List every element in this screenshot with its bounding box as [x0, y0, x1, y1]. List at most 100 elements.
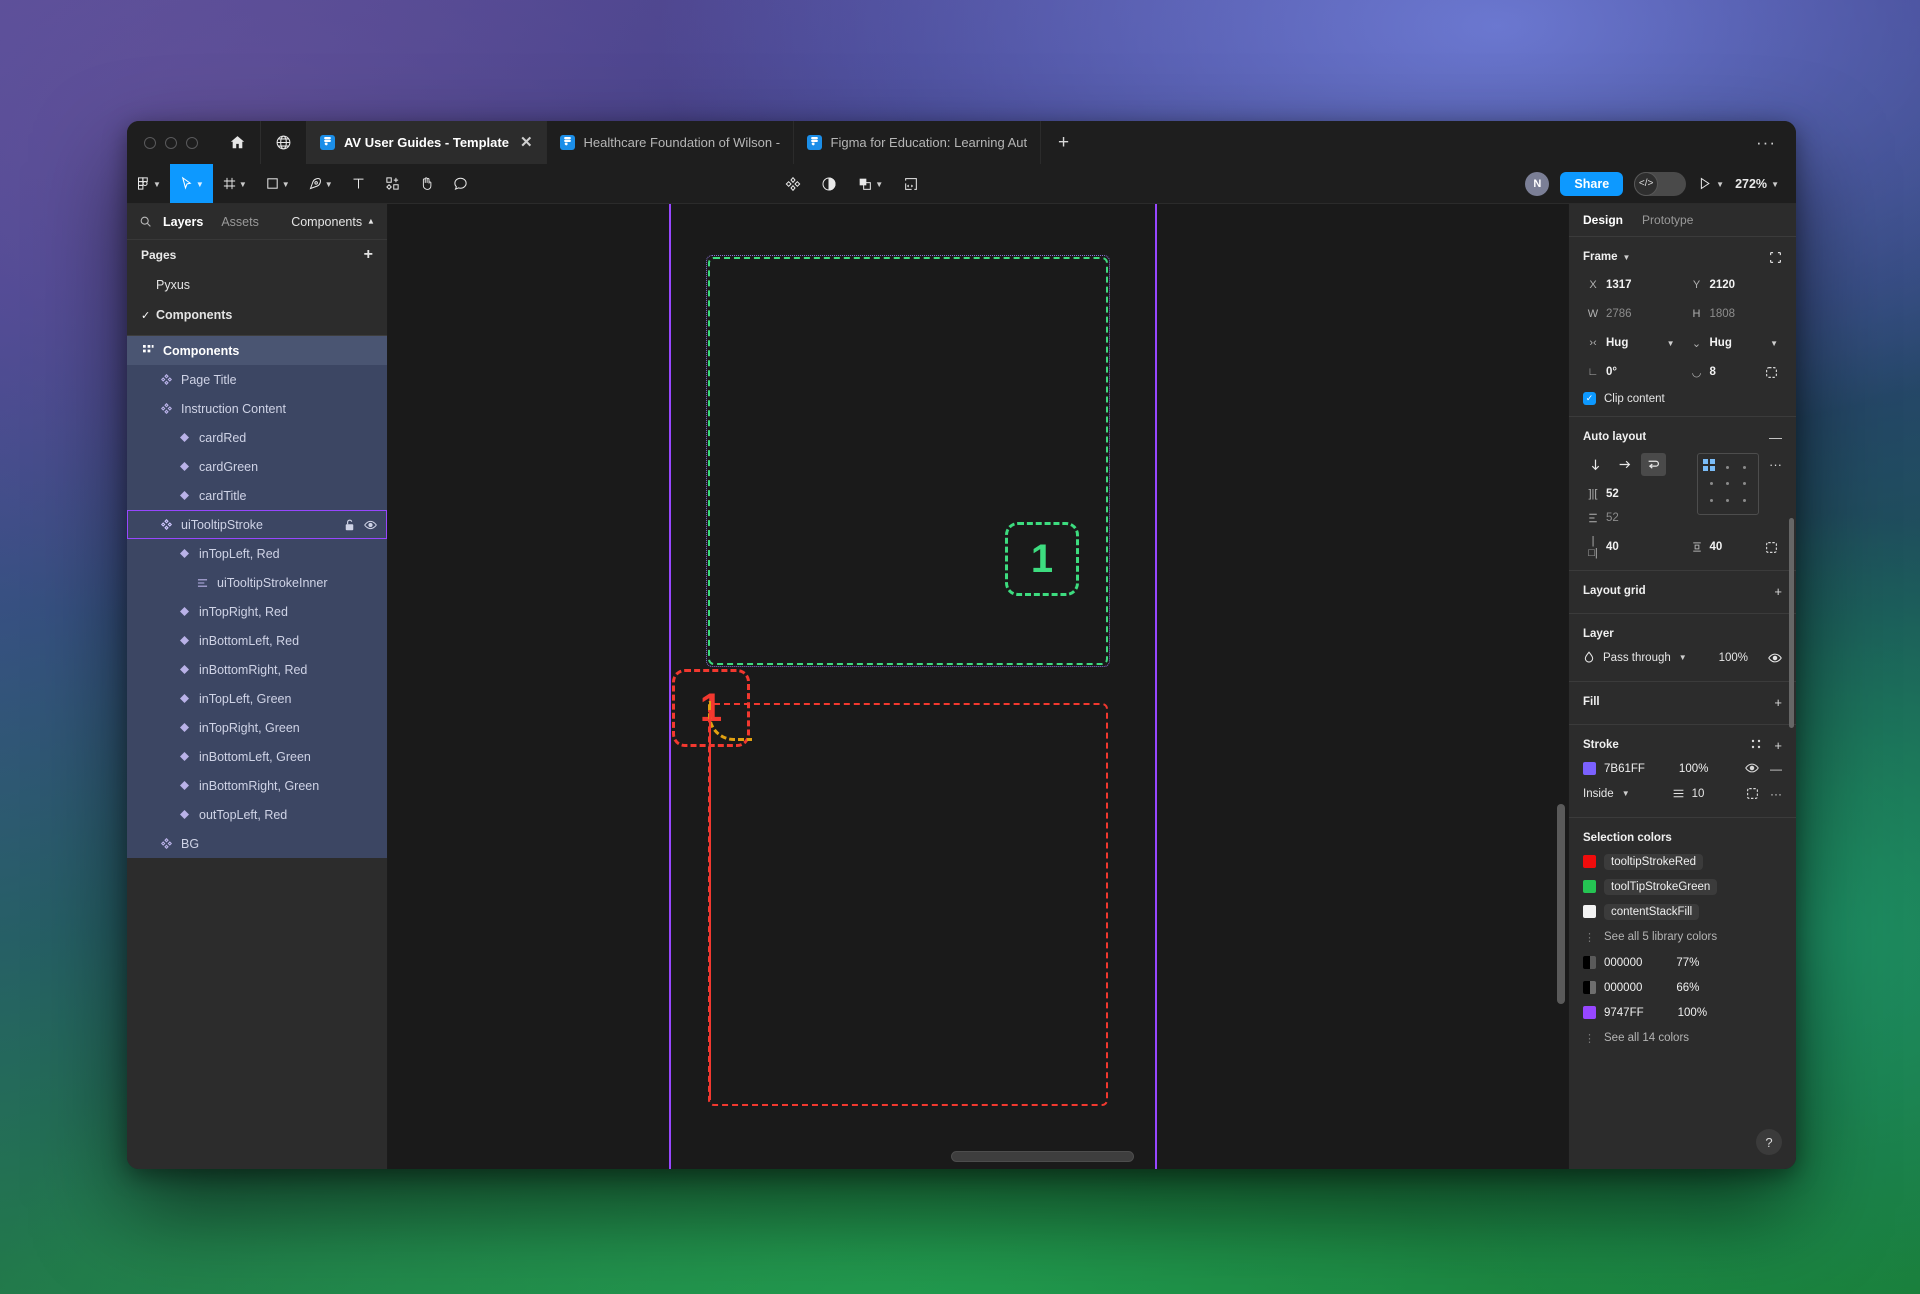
dev-code-icon[interactable] [894, 164, 928, 203]
globe-icon[interactable] [261, 121, 307, 164]
layer-row-intopleft-green[interactable]: inTopLeft, Green [127, 684, 387, 713]
comment-tool-button[interactable] [444, 164, 478, 203]
search-icon[interactable] [139, 215, 152, 228]
layer-row-components[interactable]: Components [127, 336, 387, 365]
tab-figma-for-education[interactable]: Figma for Education: Learning Auto la [794, 121, 1041, 164]
auto-layout-more-button[interactable]: ··· [1769, 453, 1782, 472]
remove-stroke-button[interactable]: — [1770, 762, 1782, 776]
page-item-components[interactable]: ✓ Components [127, 300, 387, 330]
close-window-button[interactable] [144, 136, 156, 149]
horizontal-gap-field[interactable]: ]|[ 52 [1583, 482, 1687, 506]
red-frame[interactable] [708, 703, 1108, 1106]
design-canvas[interactable]: 1 1 [388, 204, 1568, 1169]
avatar[interactable]: N [1525, 171, 1550, 196]
layer-row-cardred[interactable]: cardRed [127, 423, 387, 452]
layer-row-intopleft-red[interactable]: inTopLeft, Red [127, 539, 387, 568]
share-button[interactable]: Share [1560, 171, 1624, 196]
see-library-colors-row[interactable]: ⋮ See all 5 library colors [1583, 924, 1782, 950]
text-tool-button[interactable] [342, 164, 376, 203]
raw-color-row-1[interactable]: 000000 77% [1583, 950, 1782, 975]
help-button[interactable]: ? [1756, 1129, 1782, 1155]
boolean-icon[interactable]: ▼ [848, 164, 892, 203]
vertical-resize-field[interactable]: ⌄ Hug ▼ [1687, 331, 1783, 355]
components-dropdown[interactable]: Components ▼ [291, 215, 375, 229]
layer-row-inbottomleft-red[interactable]: inBottomLeft, Red [127, 626, 387, 655]
stroke-weight-field[interactable]: 10 [1672, 788, 1704, 800]
x-field[interactable]: X 1317 [1583, 273, 1679, 297]
clip-content-row[interactable]: ✓ Clip content [1583, 392, 1782, 405]
zoom-control[interactable]: 272% ▼ [1735, 177, 1779, 191]
guide-line-right[interactable] [1155, 204, 1157, 1169]
color-swatch[interactable] [1583, 981, 1596, 994]
layer-row-intopright-red[interactable]: inTopRight, Red [127, 597, 387, 626]
color-swatch[interactable] [1583, 1006, 1596, 1019]
shape-tool-button[interactable]: ▼ [256, 164, 299, 203]
layer-row-uitooltipstroke[interactable]: uiTooltipStroke [127, 510, 387, 539]
layer-row-intopright-green[interactable]: inTopRight, Green [127, 713, 387, 742]
window-more-button[interactable]: ··· [1736, 121, 1796, 164]
corner-radius-field[interactable]: ◡ 8 [1687, 360, 1783, 384]
components-icon[interactable] [776, 164, 810, 203]
dev-mode-toggle[interactable]: </> [1634, 171, 1687, 196]
eye-icon[interactable] [1745, 762, 1759, 776]
blend-mode-row[interactable]: Pass through ▼ 100% [1583, 645, 1782, 670]
vertical-scrollbar[interactable] [1557, 804, 1565, 1004]
horizontal-scrollbar[interactable] [951, 1151, 1134, 1162]
vertical-padding-field[interactable]: 40 [1687, 535, 1783, 559]
color-swatch[interactable] [1583, 880, 1596, 893]
tab-healthcare-foundation[interactable]: Healthcare Foundation of Wilson - Us [547, 121, 794, 164]
layer-row-inbottomleft-green[interactable]: inBottomLeft, Green [127, 742, 387, 771]
close-icon[interactable]: ✕ [520, 135, 533, 150]
clip-content-checkbox[interactable]: ✓ [1583, 392, 1596, 405]
eye-icon[interactable] [364, 519, 377, 531]
tab-av-user-guides[interactable]: AV User Guides - Template ✕ [307, 121, 547, 164]
layer-row-page-title[interactable]: Page Title [127, 365, 387, 394]
advanced-stroke-icon[interactable] [1746, 787, 1759, 801]
green-callout-badge[interactable]: 1 [1005, 522, 1079, 596]
color-swatch[interactable] [1583, 956, 1596, 969]
stroke-align-value[interactable]: Inside [1583, 788, 1614, 800]
green-frame[interactable] [708, 257, 1108, 665]
right-panel-scrollbar[interactable] [1789, 518, 1794, 728]
new-tab-button[interactable]: + [1041, 121, 1087, 164]
add-page-button[interactable]: + [364, 246, 373, 264]
auto-layout-alignment-pad[interactable] [1697, 453, 1759, 515]
tab-assets[interactable]: Assets [221, 215, 259, 229]
y-field[interactable]: Y 2120 [1687, 273, 1783, 297]
vertical-gap-field[interactable]: 52 [1583, 506, 1687, 530]
tab-prototype[interactable]: Prototype [1642, 213, 1693, 227]
horizontal-padding-field[interactable]: |□| 40 [1583, 535, 1679, 559]
height-field[interactable]: H 1808 [1687, 302, 1783, 326]
wrap-icon[interactable] [1641, 453, 1666, 476]
layer-row-bg[interactable]: BG [127, 829, 387, 858]
individual-padding-icon[interactable] [1765, 541, 1778, 554]
horizontal-resize-field[interactable]: ›‹ Hug ▼ [1583, 331, 1679, 355]
add-stroke-button[interactable]: + [1774, 738, 1782, 753]
independent-corners-icon[interactable] [1765, 366, 1778, 379]
layer-row-inbottomright-green[interactable]: inBottomRight, Green [127, 771, 387, 800]
minimize-window-button[interactable] [165, 136, 177, 149]
layer-row-outtopleft-red[interactable]: outTopLeft, Red [127, 800, 387, 829]
selection-color-row-green[interactable]: toolTipStrokeGreen [1583, 874, 1782, 899]
resources-tool-button[interactable] [376, 164, 410, 203]
layer-row-cardgreen[interactable]: cardGreen [127, 452, 387, 481]
rotation-field[interactable]: ∟ 0° [1583, 360, 1679, 384]
selection-color-row-red[interactable]: tooltipStrokeRed [1583, 849, 1782, 874]
tab-design[interactable]: Design [1583, 213, 1623, 227]
add-layout-grid-button[interactable]: + [1774, 584, 1782, 599]
selection-color-row-white[interactable]: contentStackFill [1583, 899, 1782, 924]
maximize-window-button[interactable] [186, 136, 198, 149]
chevron-down-icon[interactable]: ▼ [1623, 253, 1631, 262]
main-menu-button[interactable]: ▼ [127, 164, 170, 203]
guide-line-left[interactable] [669, 204, 671, 1169]
raw-color-row-3[interactable]: 9747FF 100% [1583, 1000, 1782, 1025]
styles-icon[interactable] [1750, 738, 1762, 753]
layer-row-uitooltipstrokeinner[interactable]: uiTooltipStrokeInner [127, 568, 387, 597]
layer-row-instruction-content[interactable]: Instruction Content [127, 394, 387, 423]
contrast-icon[interactable] [812, 164, 846, 203]
color-swatch[interactable] [1583, 905, 1596, 918]
eye-icon[interactable] [1768, 652, 1782, 664]
move-tool-button[interactable]: ▼ [169, 164, 213, 203]
stroke-more-button[interactable]: ··· [1770, 787, 1782, 801]
hand-tool-button[interactable] [410, 164, 444, 203]
